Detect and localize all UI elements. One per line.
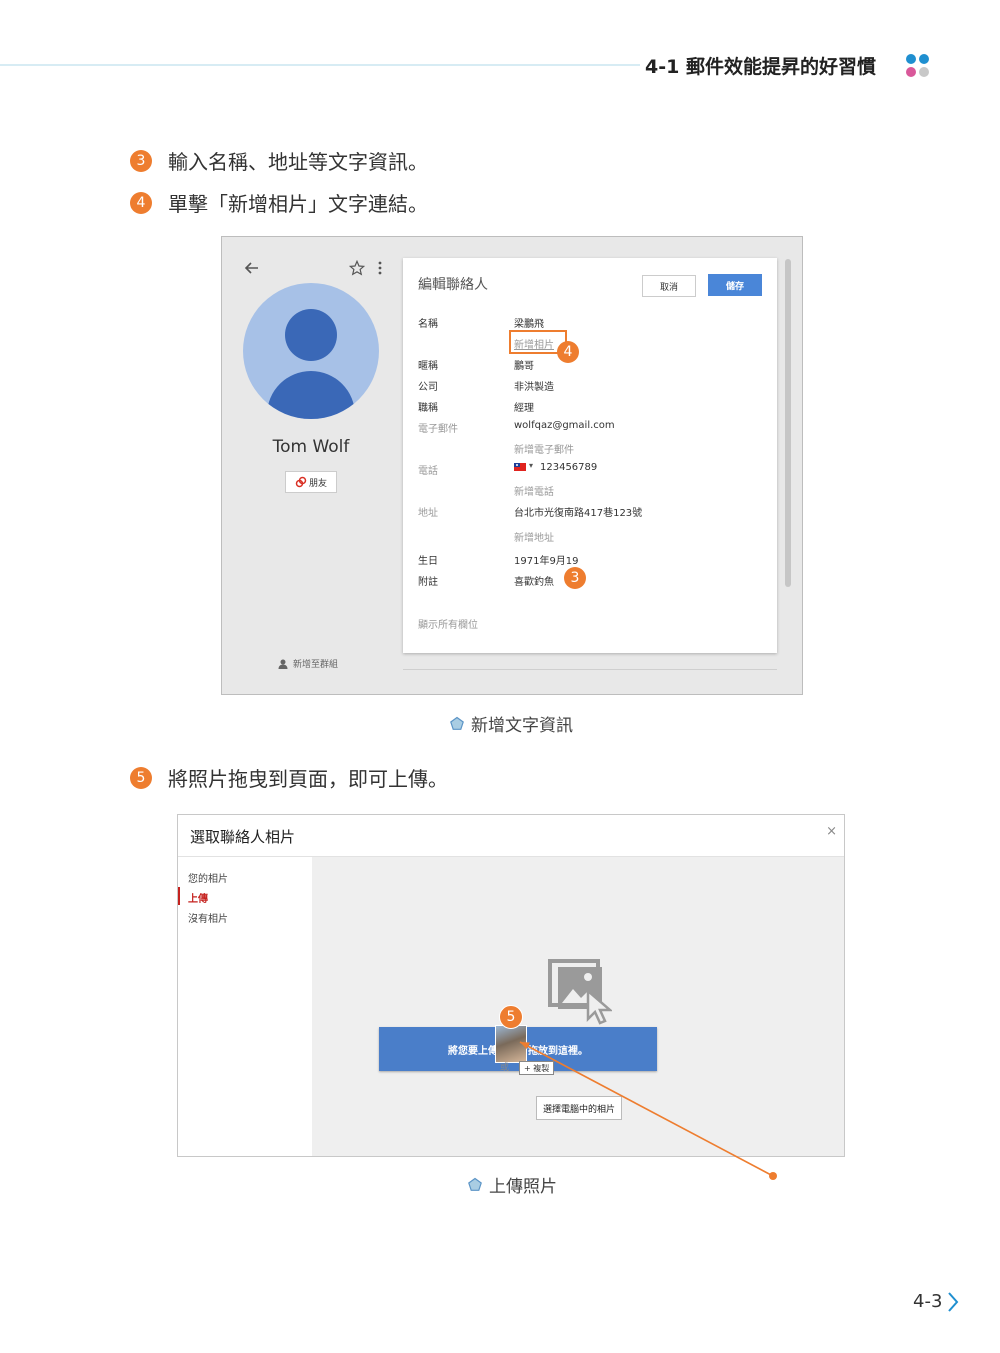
email-value[interactable]: wolfqaz@gmail.com [514, 420, 615, 431]
page-number: 4-3 [913, 1291, 943, 1312]
caption-text: 新增文字資訊 [471, 716, 573, 736]
avatar [243, 283, 379, 419]
show-all-fields-link[interactable]: 顯示所有欄位 [418, 616, 478, 631]
chevron-right-icon [948, 1292, 959, 1312]
step-text: 將照片拖曳到頁面，即可上傳。 [168, 767, 448, 791]
close-icon[interactable]: × [826, 824, 837, 839]
select-photo-dialog: 選取聯絡人相片 × 您的相片 上傳 沒有相片 將您要上傳的相片拖放到這裡。 + … [177, 814, 845, 1157]
add-to-group-link[interactable]: 新增至群組 [278, 657, 338, 670]
sidebar-item-no-photo[interactable]: 沒有相片 [188, 910, 228, 925]
scrollbar[interactable] [785, 259, 791, 587]
card-title: 編輯聯絡人 [418, 277, 488, 293]
sidebar-item-your-photos[interactable]: 您的相片 [188, 870, 228, 885]
note-value[interactable]: 喜歡釣魚 [514, 573, 554, 588]
field-label: 名稱 [418, 319, 438, 330]
callout-badge: 4 [557, 341, 579, 363]
or-text: 或 [500, 1063, 510, 1073]
active-indicator [178, 887, 180, 905]
step-number: 5 [130, 766, 152, 789]
back-arrow-icon[interactable] [244, 260, 260, 276]
add-to-group-label: 新增至群組 [293, 660, 339, 670]
dialog-sidebar: 您的相片 上傳 沒有相片 [178, 857, 312, 1156]
step-number: 4 [130, 191, 152, 214]
caption-text: 上傳照片 [489, 1177, 557, 1197]
birthday-value[interactable]: 1971年9月19 [514, 552, 579, 567]
group-chip[interactable]: 朋友 [285, 471, 337, 493]
more-vert-icon[interactable] [377, 260, 383, 276]
header-rule [0, 64, 640, 66]
job-title-value[interactable]: 經理 [514, 399, 534, 414]
nickname-value[interactable]: 鵬哥 [514, 357, 534, 372]
sidebar-item-upload[interactable]: 上傳 [188, 890, 208, 905]
company-value[interactable]: 非洪製造 [514, 378, 554, 393]
contact-name: Tom Wolf [272, 437, 350, 457]
add-person-icon [278, 659, 288, 669]
cancel-button[interactable]: 取消 [642, 275, 696, 297]
step-number: 3 [130, 149, 152, 172]
photo-drop-icon [548, 959, 612, 1025]
pentagon-icon [450, 716, 464, 730]
callout-badge: 5 [499, 1005, 523, 1029]
header-dot [906, 67, 916, 77]
figure-caption: 上傳照片 [467, 1172, 557, 1197]
field-label: 電話 [418, 466, 438, 477]
add-email-link[interactable]: 新增電子郵件 [514, 441, 574, 456]
chevron-down-icon[interactable]: ▾ [529, 461, 533, 470]
dragged-photo-thumbnail[interactable] [495, 1025, 527, 1063]
link-icon [295, 476, 307, 488]
avatar-body [267, 371, 355, 419]
taiwan-flag-icon[interactable] [514, 463, 526, 471]
chapter-title: 4-1 郵件效能提昇的好習慣 [645, 56, 876, 78]
callout-badge: 3 [564, 567, 586, 589]
save-button[interactable]: 儲存 [708, 274, 762, 296]
name-value[interactable]: 梁鵬飛 [514, 315, 544, 330]
step-5: 5 將照片拖曳到頁面，即可上傳。 [130, 763, 448, 792]
step-4: 4 單擊「新增相片」文字連結。 [130, 188, 428, 217]
add-address-link[interactable]: 新增地址 [514, 529, 554, 544]
pentagon-icon [468, 1177, 482, 1191]
field-label: 暱稱 [418, 361, 438, 372]
step-3: 3 輸入名稱、地址等文字資訊。 [130, 146, 428, 175]
step-text: 單擊「新增相片」文字連結。 [168, 192, 428, 216]
figure-caption: 新增文字資訊 [449, 711, 573, 736]
header-dot [919, 54, 929, 64]
divider [403, 669, 777, 670]
edit-contact-screenshot: Tom Wolf 朋友 新增至群組 編輯聯絡人 取消 儲存 名稱 梁鵬飛 新增相… [221, 236, 803, 695]
field-label: 生日 [418, 556, 438, 567]
address-value[interactable]: 台北市光復南路417巷123號 [514, 504, 642, 519]
field-label: 電子郵件 [418, 424, 458, 435]
header-dot [919, 67, 929, 77]
phone-value[interactable]: 123456789 [540, 462, 597, 473]
group-label: 朋友 [308, 478, 327, 489]
field-label: 職稱 [418, 403, 438, 414]
step-text: 輸入名稱、地址等文字資訊。 [168, 150, 428, 174]
add-phone-link[interactable]: 新增電話 [514, 483, 554, 498]
copy-tooltip: + 複製 [519, 1061, 555, 1075]
field-label: 公司 [418, 382, 438, 393]
edit-contact-card: 編輯聯絡人 取消 儲存 名稱 梁鵬飛 新增相片 4 暱稱 鵬哥 公司 非洪製造 … [403, 258, 777, 653]
star-icon[interactable] [349, 260, 365, 276]
choose-from-computer-button[interactable]: 選擇電腦中的相片 [536, 1096, 622, 1120]
header-dot [906, 54, 916, 64]
upload-area[interactable]: 將您要上傳的相片拖放到這裡。 + 複製 或 選擇電腦中的相片 5 [312, 857, 844, 1156]
dialog-title: 選取聯絡人相片 [190, 828, 296, 846]
avatar-head [285, 309, 337, 361]
field-label: 附註 [418, 577, 438, 588]
field-label: 地址 [418, 508, 438, 519]
